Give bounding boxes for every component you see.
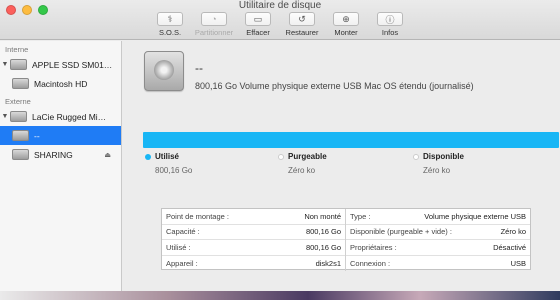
info-button[interactable]: ⓘ Infos bbox=[368, 12, 412, 37]
sidebar-item-macintosh-hd[interactable]: Macintosh HD bbox=[0, 74, 121, 93]
info-value: Non monté bbox=[304, 211, 341, 221]
info-table: Point de montage : Non monté Capacité : 80… bbox=[161, 208, 531, 271]
eject-icon[interactable]: ⏏ bbox=[104, 151, 111, 159]
usage-bar bbox=[143, 132, 559, 148]
erase-label: Effacer bbox=[246, 28, 270, 37]
erase-icon: ▭ bbox=[245, 12, 271, 26]
mount-label: Monter bbox=[334, 28, 358, 37]
pie-chart-icon: ◔ bbox=[201, 12, 227, 26]
volume-icon bbox=[12, 78, 29, 89]
restore-icon: ↺ bbox=[289, 12, 315, 26]
disk-utility-window: Utilitaire de disque ⚕ S.O.S. ◔ Partitio… bbox=[0, 0, 560, 291]
volume-name: -- bbox=[195, 61, 203, 75]
disclosure-triangle-icon[interactable]: ▼ bbox=[0, 113, 10, 120]
toolbar: ⚕ S.O.S. ◔ Partitionner ▭ Effacer ↺ Rest… bbox=[0, 12, 560, 37]
info-value: Volume physique externe USB bbox=[424, 211, 526, 221]
volume-icon bbox=[12, 130, 29, 141]
legend-value: Zéro ko bbox=[288, 166, 316, 175]
disclosure-triangle-icon[interactable]: ▼ bbox=[0, 61, 10, 68]
used-swatch-icon bbox=[145, 153, 151, 160]
sidebar-section-internal: Interne bbox=[5, 45, 29, 54]
info-icon: ⓘ bbox=[377, 12, 403, 26]
disk-icon bbox=[10, 59, 27, 70]
info-row: Propriétaires : Désactivé bbox=[346, 240, 530, 256]
sidebar-item-label: LaCie Rugged Mi… bbox=[32, 111, 107, 122]
restore-label: Restaurer bbox=[285, 28, 319, 37]
info-value: USB bbox=[510, 258, 526, 268]
info-row: Appareil : disk2s1 bbox=[162, 256, 345, 272]
info-row: Connexion : USB bbox=[346, 256, 530, 272]
info-row: Capacité : 800,16 Go bbox=[162, 225, 345, 240]
restore-button[interactable]: ↺ Restaurer bbox=[280, 12, 324, 37]
first-aid-label: S.O.S. bbox=[158, 28, 182, 37]
stethoscope-icon: ⚕ bbox=[157, 12, 183, 26]
legend-label: Purgeable bbox=[288, 152, 327, 161]
title-bar: Utilitaire de disque ⚕ S.O.S. ◔ Partitio… bbox=[0, 0, 560, 40]
mount-icon: ⊕ bbox=[333, 12, 359, 26]
sidebar: Interne ▼ APPLE SSD SM01… Macintosh HD E… bbox=[0, 41, 122, 291]
main-panel: -- 800,16 Go Volume physique externe USB… bbox=[123, 41, 560, 291]
info-key: Disponible (purgeable + vide) : bbox=[350, 227, 452, 237]
info-value: Désactivé bbox=[493, 242, 526, 252]
partition-label: Partitionner bbox=[194, 28, 234, 37]
info-key: Point de montage : bbox=[166, 211, 229, 221]
legend-purgeable: Purgeable Zéro ko bbox=[278, 152, 327, 175]
sidebar-item-lacie[interactable]: ▼ LaCie Rugged Mi… bbox=[0, 107, 121, 126]
sidebar-item-sharing[interactable]: SHARING ⏏ bbox=[0, 145, 121, 164]
info-value: disk2s1 bbox=[315, 258, 341, 268]
sidebar-item-apple-ssd[interactable]: ▼ APPLE SSD SM01… bbox=[0, 55, 121, 74]
legend-label: Disponible bbox=[423, 152, 464, 161]
info-key: Propriétaires : bbox=[350, 242, 397, 252]
mount-button[interactable]: ⊕ Monter bbox=[324, 12, 368, 37]
erase-button[interactable]: ▭ Effacer bbox=[236, 12, 280, 37]
info-key: Connexion : bbox=[350, 258, 391, 268]
volume-description: 800,16 Go Volume physique externe USB Ma… bbox=[195, 81, 474, 91]
info-value: Zéro ko bbox=[500, 227, 526, 237]
info-column-right: Type : Volume physique externe USB Dispon… bbox=[346, 209, 530, 271]
sidebar-item-label: APPLE SSD SM01… bbox=[32, 59, 113, 70]
legend-used: Utilisé 800,16 Go bbox=[145, 152, 192, 175]
info-row: Utilisé : 800,16 Go bbox=[162, 240, 345, 256]
info-column-left: Point de montage : Non monté Capacité : 80… bbox=[162, 209, 346, 271]
info-row: Point de montage : Non monté bbox=[162, 209, 345, 225]
window-title: Utilitaire de disque bbox=[238, 0, 322, 11]
sidebar-item-selected-volume[interactable]: -- bbox=[0, 126, 121, 145]
sidebar-section-external: Externe bbox=[5, 97, 31, 106]
info-key: Utilisé : bbox=[166, 242, 191, 252]
info-key: Type : bbox=[350, 211, 371, 221]
sidebar-item-label: Macintosh HD bbox=[34, 78, 88, 89]
partition-button[interactable]: ◔ Partitionner bbox=[192, 12, 236, 37]
legend-available: Disponible Zéro ko bbox=[413, 152, 464, 175]
info-value: 800,16 Go bbox=[305, 242, 341, 252]
info-value: 800,16 Go bbox=[305, 227, 341, 237]
volume-icon bbox=[12, 149, 29, 160]
sidebar-item-label: SHARING bbox=[34, 149, 73, 160]
available-swatch-icon bbox=[413, 153, 419, 160]
first-aid-button[interactable]: ⚕ S.O.S. bbox=[148, 12, 192, 37]
hard-disk-icon bbox=[144, 51, 184, 91]
legend-label: Utilisé bbox=[155, 152, 180, 161]
info-row: Type : Volume physique externe USB bbox=[346, 209, 530, 225]
desktop-background bbox=[0, 291, 560, 300]
sidebar-item-label: -- bbox=[34, 130, 40, 141]
info-key: Capacité : bbox=[166, 227, 200, 237]
info-row: Disponible (purgeable + vide) : Zéro ko bbox=[346, 225, 530, 240]
disk-icon bbox=[10, 111, 27, 122]
info-key: Appareil : bbox=[166, 258, 198, 268]
info-label: Infos bbox=[381, 28, 399, 37]
legend-value: 800,16 Go bbox=[155, 166, 193, 175]
legend-value: Zéro ko bbox=[423, 166, 451, 175]
purgeable-swatch-icon bbox=[278, 153, 284, 160]
